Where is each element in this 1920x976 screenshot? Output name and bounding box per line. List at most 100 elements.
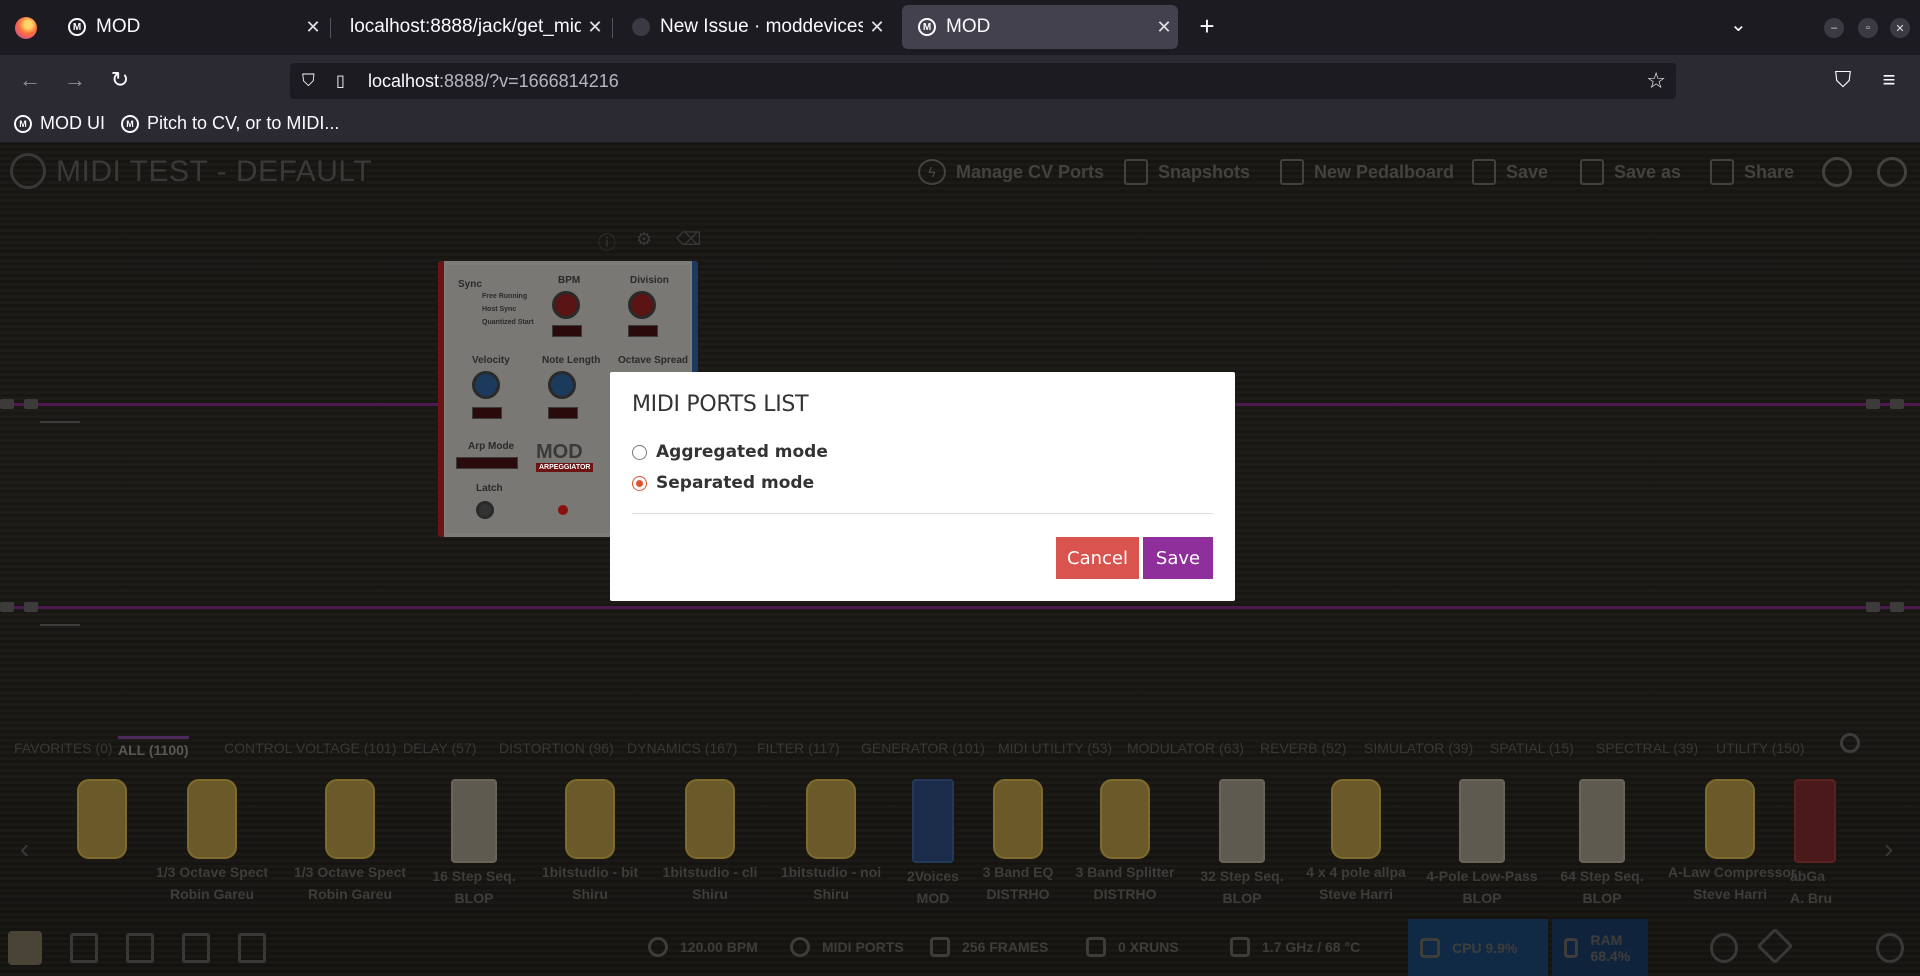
output-jack[interactable] bbox=[1890, 399, 1904, 409]
maximize-icon[interactable]: ▫ bbox=[1858, 18, 1878, 38]
plugin-item[interactable]: 1/3 Octave Spect Robin Gareu bbox=[290, 773, 410, 903]
plugin-item[interactable]: 1/3 Octave Spect Robin Gareu bbox=[152, 773, 272, 903]
save-pedalboard-button[interactable]: Save bbox=[1472, 158, 1548, 186]
new-tab-button[interactable]: + bbox=[1190, 10, 1224, 44]
save-as-button[interactable]: Save as bbox=[1580, 158, 1681, 186]
plugin-item[interactable]: 64 Step Seq. BLOP bbox=[1542, 773, 1662, 907]
browser-tab[interactable]: New Issue · moddevices/r ✕ bbox=[616, 5, 891, 49]
save-button[interactable]: Save bbox=[1143, 537, 1213, 579]
category-tab[interactable]: DISTORTION (96) bbox=[499, 740, 614, 756]
gear-icon[interactable]: ⚙ bbox=[636, 229, 652, 250]
plugin-item[interactable]: 1bitstudio - bit Shiru bbox=[530, 773, 650, 903]
plugin-item[interactable]: 32 Step Seq. BLOP bbox=[1182, 773, 1302, 907]
zoom-out-icon[interactable] bbox=[1822, 157, 1852, 187]
cancel-button[interactable]: Cancel bbox=[1056, 537, 1139, 579]
close-window-icon[interactable]: ✕ bbox=[1890, 18, 1910, 38]
output-jack[interactable] bbox=[1866, 602, 1880, 612]
plugin-item[interactable]: abGa A. Bru bbox=[1790, 773, 1840, 907]
minimize-icon[interactable]: – bbox=[1824, 18, 1844, 38]
arp-mode-display[interactable] bbox=[456, 457, 518, 469]
input-jack[interactable] bbox=[0, 399, 14, 409]
close-icon[interactable]: ✕ bbox=[1150, 17, 1178, 38]
url-text[interactable]: localhost:8888/?v=1666814216 bbox=[368, 71, 619, 92]
bpm-knob[interactable] bbox=[552, 291, 580, 319]
back-icon[interactable]: ← bbox=[15, 65, 45, 95]
category-tab[interactable]: GENERATOR (101) bbox=[861, 740, 985, 756]
category-tab-active[interactable]: ALL (1100) bbox=[118, 736, 189, 758]
close-icon[interactable]: ✕ bbox=[299, 17, 327, 38]
frames-status[interactable]: 256 FRAMES bbox=[930, 937, 1048, 957]
input-jack[interactable] bbox=[24, 602, 38, 612]
category-tab[interactable]: SIMULATOR (39) bbox=[1364, 740, 1473, 756]
file-manager-icon[interactable] bbox=[182, 933, 210, 963]
browser-tab[interactable]: M MOD ✕ bbox=[52, 5, 327, 49]
plugin-item[interactable]: 4-Pole Low-Pass BLOP bbox=[1422, 773, 1542, 907]
mod-logo-icon[interactable] bbox=[10, 153, 46, 189]
note-length-knob[interactable] bbox=[548, 371, 576, 399]
plugin-item[interactable]: 16 Step Seq. BLOP bbox=[414, 773, 534, 907]
midi-ports-status[interactable]: MIDI PORTS bbox=[790, 937, 904, 957]
close-icon[interactable]: ✕ bbox=[581, 17, 609, 38]
gear-icon[interactable] bbox=[1710, 933, 1738, 963]
category-tab[interactable]: FILTER (117) bbox=[757, 740, 840, 756]
pocket-icon[interactable]: ⛉ bbox=[1828, 65, 1858, 95]
info-icon[interactable]: ⓘ bbox=[598, 229, 616, 255]
plugin-item[interactable]: 4 x 4 pole allpa Steve Harri bbox=[1296, 773, 1416, 903]
category-tab[interactable]: CONTROL VOLTAGE (101) bbox=[224, 740, 396, 756]
plugin-item[interactable]: 3 Band EQ DISTRHO bbox=[958, 773, 1078, 903]
division-knob[interactable] bbox=[628, 291, 656, 319]
aggregated-mode-radio[interactable] bbox=[632, 444, 647, 460]
output-jack[interactable] bbox=[1866, 399, 1880, 409]
chevron-down-icon[interactable]: ⌄ bbox=[1730, 12, 1747, 37]
banks-icon[interactable] bbox=[126, 933, 154, 963]
refresh-icon[interactable] bbox=[1876, 933, 1904, 963]
category-tab[interactable]: SPATIAL (15) bbox=[1490, 740, 1574, 756]
bookmark-item[interactable]: M MOD UI bbox=[14, 113, 105, 134]
separated-mode-option[interactable]: Separated mode bbox=[632, 473, 814, 493]
category-tab[interactable]: FAVORITES (0) bbox=[14, 740, 113, 756]
star-icon[interactable]: ☆ bbox=[1646, 68, 1666, 94]
search-icon[interactable] bbox=[1840, 733, 1860, 753]
page-icon[interactable]: ▯ bbox=[336, 71, 356, 91]
category-tab[interactable]: MIDI UTILITY (53) bbox=[998, 740, 1112, 756]
input-jack[interactable] bbox=[24, 399, 38, 409]
menu-icon[interactable]: ≡ bbox=[1874, 65, 1904, 95]
output-jack[interactable] bbox=[1890, 602, 1904, 612]
category-tab[interactable]: DELAY (57) bbox=[403, 740, 476, 756]
reload-icon[interactable]: ↻ bbox=[105, 65, 135, 95]
snapshots-button[interactable]: Snapshots bbox=[1124, 158, 1250, 186]
new-pedalboard-button[interactable]: New Pedalboard bbox=[1280, 158, 1454, 186]
url-bar[interactable]: ⛉ ▯ localhost:8888/?v=1666814216 ☆ bbox=[290, 63, 1676, 99]
category-tab[interactable]: UTILITY (150) bbox=[1716, 740, 1804, 756]
browser-tab[interactable]: localhost:8888/jack/get_mid ✕ bbox=[334, 5, 609, 49]
browser-tab-active[interactable]: M MOD ✕ bbox=[902, 5, 1178, 49]
aggregated-mode-option[interactable]: Aggregated mode bbox=[632, 442, 828, 462]
input-jack[interactable] bbox=[0, 602, 14, 612]
plugin-item[interactable] bbox=[42, 773, 162, 863]
folder-icon[interactable] bbox=[70, 933, 98, 963]
trash-icon[interactable]: ⌫ bbox=[676, 229, 701, 250]
category-tab[interactable]: DYNAMICS (167) bbox=[627, 740, 737, 756]
forward-icon[interactable]: → bbox=[60, 65, 90, 95]
mod-link-icon[interactable] bbox=[1756, 927, 1794, 965]
latch-footswitch[interactable] bbox=[476, 501, 494, 519]
xruns-status[interactable]: 0 XRUNS bbox=[1086, 937, 1179, 957]
manage-cv-ports-button[interactable]: ϟ Manage CV Ports bbox=[918, 158, 1104, 186]
category-tab[interactable]: REVERB (52) bbox=[1260, 740, 1346, 756]
close-icon[interactable]: ✕ bbox=[863, 17, 891, 38]
pedalboards-icon[interactable] bbox=[8, 931, 42, 965]
store-icon[interactable] bbox=[238, 933, 266, 963]
plugin-item[interactable]: 1bitstudio - cli Shiru bbox=[650, 773, 770, 903]
firefox-icon[interactable] bbox=[0, 0, 52, 55]
scroll-right-icon[interactable]: › bbox=[1884, 833, 1893, 865]
category-tab[interactable]: MODULATOR (63) bbox=[1127, 740, 1244, 756]
separated-mode-radio[interactable] bbox=[632, 475, 647, 491]
share-button[interactable]: Share bbox=[1710, 158, 1794, 186]
velocity-knob[interactable] bbox=[472, 371, 500, 399]
shield-icon[interactable]: ⛉ bbox=[302, 71, 322, 91]
category-tab[interactable]: SPECTRAL (39) bbox=[1596, 740, 1698, 756]
plugin-item[interactable]: A-Law Compressor Steve Harri bbox=[1668, 773, 1796, 903]
bookmark-item[interactable]: M Pitch to CV, or to MIDI... bbox=[121, 113, 339, 134]
bpm-status[interactable]: 120.00 BPM bbox=[648, 937, 758, 957]
zoom-in-icon[interactable] bbox=[1877, 157, 1907, 187]
